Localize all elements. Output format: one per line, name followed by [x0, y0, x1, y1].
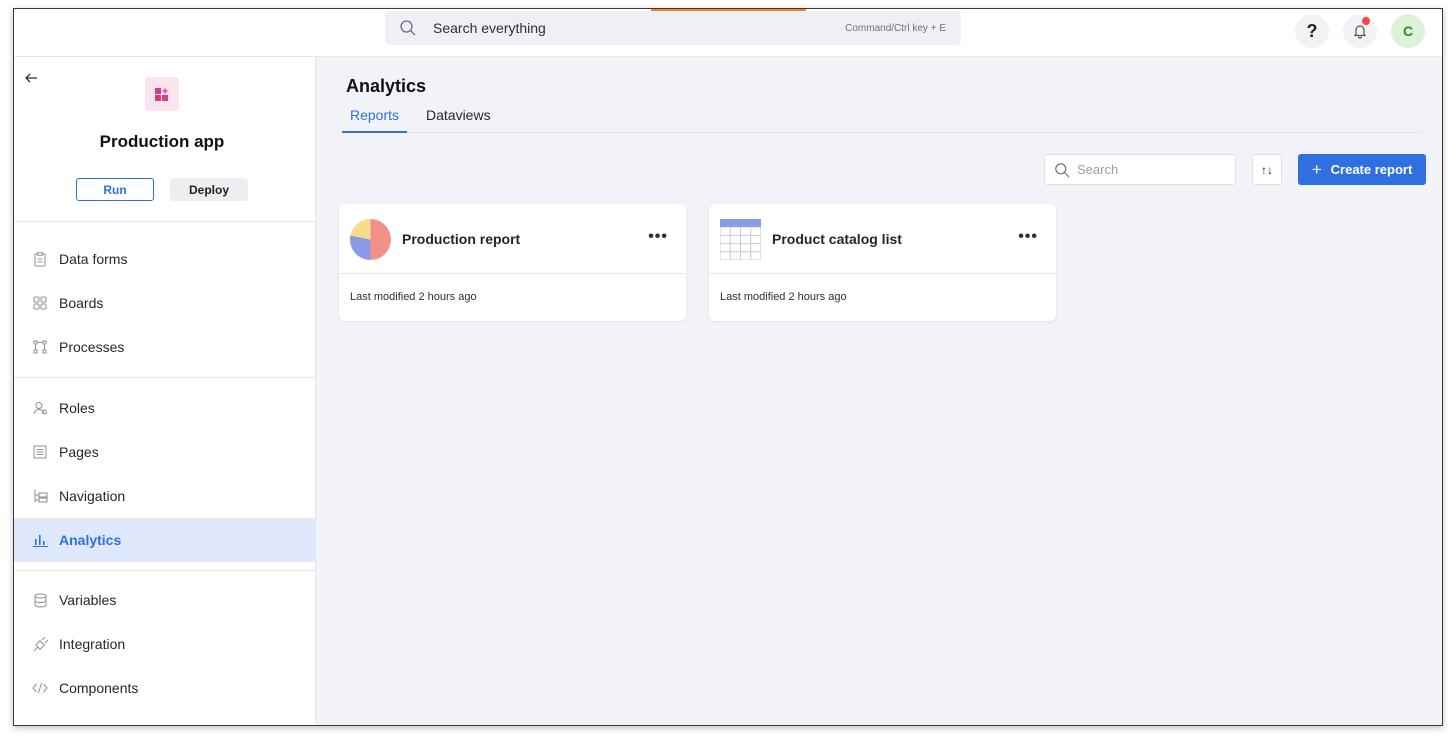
- divider: [14, 570, 316, 571]
- notification-badge: [1362, 17, 1370, 25]
- help-icon: ?: [1306, 20, 1318, 41]
- report-search: [1044, 154, 1236, 185]
- bell-icon: [1353, 25, 1367, 39]
- sidebar-item-components[interactable]: Components: [14, 666, 316, 710]
- sidebar-item-label: Navigation: [59, 488, 126, 504]
- page-icon: [32, 444, 48, 460]
- search-icon: [1055, 162, 1070, 177]
- create-report-label: Create report: [1330, 162, 1413, 177]
- search-shortcut-hint: Command/Ctrl key + E: [845, 22, 946, 34]
- global-search[interactable]: Search everything Command/Ctrl key + E: [385, 11, 961, 45]
- sort-button[interactable]: ↑↓: [1252, 154, 1282, 185]
- sidebar-item-navigation[interactable]: Navigation: [14, 474, 316, 518]
- sidebar-item-label: Processes: [59, 339, 125, 355]
- sidebar-item-label: Boards: [59, 295, 104, 311]
- plug-icon: [32, 636, 48, 652]
- main-content: Analytics Reports Dataviews ↑↓ + Create …: [317, 57, 1442, 725]
- card-modified: Last modified 2 hours ago: [720, 291, 847, 303]
- search-icon: [400, 20, 416, 36]
- sidebar-item-label: Analytics: [59, 532, 122, 548]
- database-icon: [32, 592, 48, 608]
- sidebar: Production app Run Deploy Data forms Boa…: [14, 57, 316, 725]
- report-card[interactable]: Production report ••• Last modified 2 ho…: [339, 204, 686, 321]
- search-input[interactable]: [1077, 162, 1227, 177]
- sidebar-item-label: Variables: [59, 592, 117, 608]
- help-button[interactable]: ?: [1295, 14, 1329, 48]
- pie-chart-icon: [350, 219, 391, 260]
- clipboard-icon: [32, 251, 48, 267]
- tree-icon: [32, 488, 48, 504]
- tab-dataviews[interactable]: Dataviews: [418, 107, 499, 133]
- sidebar-item-processes[interactable]: Processes: [14, 325, 316, 369]
- card-header: Product catalog list •••: [709, 204, 1056, 274]
- sidebar-item-data-forms[interactable]: Data forms: [14, 237, 316, 281]
- page-title: Analytics: [346, 76, 427, 96]
- sidebar-item-label: Components: [59, 680, 139, 696]
- sidebar-item-analytics[interactable]: Analytics: [14, 518, 316, 562]
- app-name: Production app: [99, 132, 225, 151]
- bar-chart-icon: [32, 532, 48, 548]
- more-options-icon[interactable]: •••: [648, 228, 668, 246]
- divider: [14, 377, 316, 378]
- table-icon: [720, 219, 761, 260]
- users-icon: [32, 400, 48, 416]
- card-modified: Last modified 2 hours ago: [350, 291, 477, 303]
- deploy-button[interactable]: Deploy: [170, 178, 248, 201]
- global-search-placeholder: Search everything: [433, 20, 546, 36]
- top-actions: ? C: [1295, 14, 1425, 48]
- sidebar-item-boards[interactable]: Boards: [14, 281, 316, 325]
- workflow-icon: [32, 339, 48, 355]
- sidebar-item-label: Pages: [59, 444, 99, 460]
- card-title: Product catalog list: [772, 231, 902, 247]
- report-card[interactable]: Product catalog list ••• Last modified 2…: [709, 204, 1056, 321]
- plus-icon: +: [1311, 160, 1322, 179]
- app-grid-icon: [155, 87, 169, 101]
- more-options-icon[interactable]: •••: [1018, 228, 1038, 246]
- sidebar-item-label: Roles: [59, 400, 95, 416]
- sidebar-item-label: Data forms: [59, 251, 128, 267]
- card-header: Production report •••: [339, 204, 686, 274]
- app-window: Search everything Command/Ctrl key + E ?…: [13, 8, 1443, 726]
- tab-reports[interactable]: Reports: [342, 107, 408, 133]
- sidebar-item-label: Integration: [59, 636, 126, 652]
- avatar[interactable]: C: [1391, 14, 1425, 48]
- run-button[interactable]: Run: [76, 178, 154, 201]
- sidebar-item-integration[interactable]: Integration: [14, 622, 316, 666]
- app-icon: [145, 77, 179, 111]
- card-title: Production report: [402, 231, 521, 247]
- tab-bar: Reports Dataviews: [342, 107, 1422, 133]
- sidebar-item-roles[interactable]: Roles: [14, 386, 316, 430]
- divider: [14, 221, 316, 222]
- grid-icon: [32, 295, 48, 311]
- notifications-button[interactable]: [1343, 14, 1377, 48]
- back-arrow-icon[interactable]: [24, 71, 38, 85]
- sidebar-item-variables[interactable]: Variables: [14, 578, 316, 622]
- create-report-button[interactable]: + Create report: [1298, 154, 1426, 185]
- sidebar-item-pages[interactable]: Pages: [14, 430, 316, 474]
- top-bar: Search everything Command/Ctrl key + E ?…: [14, 9, 1442, 57]
- code-icon: [32, 680, 48, 696]
